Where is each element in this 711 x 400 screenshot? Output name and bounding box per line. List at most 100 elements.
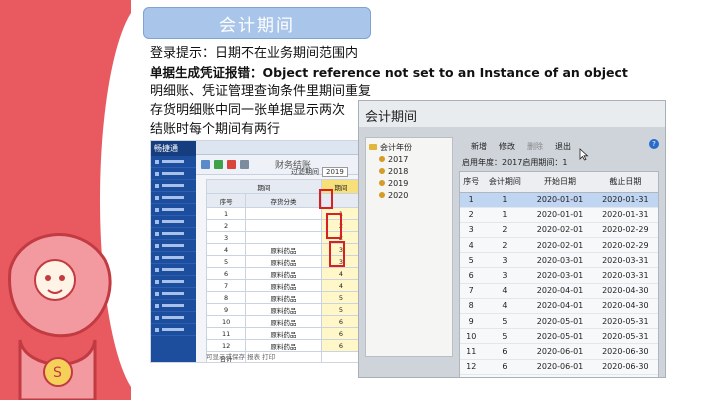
column-header: 会计期间	[482, 172, 528, 193]
table-cell: 4	[205, 243, 247, 256]
table-cell: 5	[482, 313, 528, 330]
sidebar-item[interactable]	[151, 204, 196, 216]
table-row[interactable]: 7 原料药品 4	[205, 279, 359, 292]
table-cell: 1	[482, 207, 528, 223]
table-row[interactable]: 6 原料药品 4	[205, 267, 359, 280]
table-cell: 4	[460, 237, 483, 254]
table-row[interactable]: 10 原料药品 6	[205, 315, 359, 328]
table-row[interactable]: 8 原料药品 5	[205, 291, 359, 304]
table-row[interactable]: 12 原料药品 6	[205, 339, 359, 352]
table-cell: 4	[482, 298, 528, 315]
tree-year[interactable]: 2019	[369, 177, 449, 189]
table-row[interactable]: 4 2 2020-02-01 2020-02-29	[460, 237, 658, 254]
tree-year[interactable]: 2018	[369, 165, 449, 177]
sidebar-item[interactable]	[151, 276, 196, 288]
print-icon[interactable]	[240, 160, 249, 169]
table-cell: 2020-06-01	[527, 359, 593, 375]
table-row[interactable]: 2 1 2020-01-01 2020-01-31	[460, 207, 658, 223]
table-row[interactable]: 11 原料药品 6	[205, 327, 359, 340]
filter-label: 过滤期间	[291, 168, 319, 176]
table-cell: 原料药品	[245, 339, 322, 352]
closing-grid: 期间 期间 序号 存货分类 1 1 2 2 3 2 4 原料药品 3 5 原料药品 3 6 原料药品 4 7 原…	[205, 179, 359, 362]
table-cell: 2020-02-29	[592, 222, 658, 239]
sidebar-item[interactable]	[151, 300, 196, 312]
table-cell: 2020-06-01	[527, 343, 593, 360]
note-line: 明细账、凭证管理查询条件里期间重复	[150, 84, 372, 99]
edit-button[interactable]: 修改	[499, 141, 515, 152]
column-header: 序号	[205, 193, 247, 208]
table-cell	[245, 231, 322, 244]
table-cell: 5	[460, 252, 483, 269]
sidebar-item[interactable]	[151, 252, 196, 264]
address-bar	[196, 141, 359, 155]
sidebar-item[interactable]	[151, 168, 196, 180]
table-row[interactable]: 9 5 2020-05-01 2020-05-31	[460, 313, 658, 330]
add-button[interactable]: 新增	[471, 141, 487, 152]
save-icon[interactable]	[214, 160, 223, 169]
delete-button[interactable]: 删除	[527, 141, 543, 152]
sidebar-item[interactable]	[151, 312, 196, 324]
exit-button[interactable]: 退出	[555, 141, 571, 152]
new-icon[interactable]	[201, 160, 210, 169]
table-row[interactable]: 11 6 2020-06-01 2020-06-30	[460, 343, 658, 360]
table-row[interactable]: 5 3 2020-03-01 2020-03-31	[460, 252, 658, 269]
table-row[interactable]: 3 2 2020-02-01 2020-02-29	[460, 222, 658, 239]
sidebar-item[interactable]	[151, 216, 196, 228]
tree-year[interactable]: 2020	[369, 189, 449, 201]
table-row[interactable]: 6 3 2020-03-01 2020-03-31	[460, 267, 658, 284]
table-cell: 10	[460, 328, 483, 345]
table-cell: 7	[205, 279, 247, 292]
table-cell: 2020-05-31	[592, 328, 658, 345]
table-row[interactable]: 10 5 2020-05-01 2020-05-31	[460, 328, 658, 345]
table-cell: 4	[482, 283, 528, 299]
year-node-icon	[379, 192, 385, 198]
table-cell: 2020-02-29	[592, 237, 658, 254]
year-node-icon	[379, 156, 385, 162]
app-logo: 畅捷通	[151, 141, 196, 156]
tree-root[interactable]: 会计年份	[369, 141, 449, 153]
filter-select[interactable]: 2019	[322, 167, 348, 177]
table-cell: 6	[460, 267, 483, 284]
window-title: 会计期间	[359, 101, 665, 127]
mascot-illustration: S	[8, 233, 112, 400]
table-cell: 2	[482, 237, 528, 254]
table-cell: 4	[320, 267, 359, 280]
sidebar-item[interactable]	[151, 324, 196, 336]
column-header: 期间	[206, 179, 322, 194]
table-cell: 2020-04-30	[592, 298, 658, 315]
sidebar-item[interactable]	[151, 180, 196, 192]
help-icon[interactable]: ?	[649, 139, 659, 149]
table-row[interactable]: 9 原料药品 5	[205, 303, 359, 316]
sidebar-item[interactable]	[151, 240, 196, 252]
table-cell: 2020-06-30	[592, 359, 658, 375]
table-cell: 4	[320, 279, 359, 292]
table-cell: 原料药品	[245, 279, 322, 292]
table-row[interactable]: 7 4 2020-04-01 2020-04-30	[460, 283, 658, 299]
table-cell: 2020-03-31	[592, 267, 658, 284]
column-header: 开始日期	[527, 172, 593, 193]
sidebar-item[interactable]	[151, 156, 196, 168]
table-cell: 2020-01-31	[592, 192, 658, 208]
table-cell: 2020-03-31	[592, 252, 658, 269]
table-cell: 9	[205, 303, 247, 316]
table-cell: 原料药品	[245, 255, 322, 268]
sidebar-item[interactable]	[151, 264, 196, 276]
table-cell: 1	[205, 207, 247, 220]
delete-icon[interactable]	[227, 160, 236, 169]
sidebar-item[interactable]	[151, 288, 196, 300]
grid-footer: 可显示或保存 报表 打印	[206, 353, 276, 361]
tree-year[interactable]: 2017	[369, 153, 449, 165]
table-cell: 12	[460, 359, 483, 375]
table-cell	[245, 219, 322, 232]
table-cell: 10	[205, 315, 247, 328]
table-cell: 6	[482, 359, 528, 375]
table-row[interactable]: 12 6 2020-06-01 2020-06-30	[460, 359, 658, 375]
table-cell: 5	[205, 255, 247, 268]
table-row[interactable]: 1 1 2020-01-01 2020-01-31	[460, 192, 658, 208]
table-row[interactable]: 8 4 2020-04-01 2020-04-30	[460, 298, 658, 315]
table-cell: 5	[320, 291, 359, 304]
sidebar-item[interactable]	[151, 192, 196, 204]
note-line: 单据生成凭证报错：Object reference not set to an …	[150, 65, 628, 80]
sidebar-item[interactable]	[151, 228, 196, 240]
table-cell: 2020-01-01	[527, 207, 593, 223]
